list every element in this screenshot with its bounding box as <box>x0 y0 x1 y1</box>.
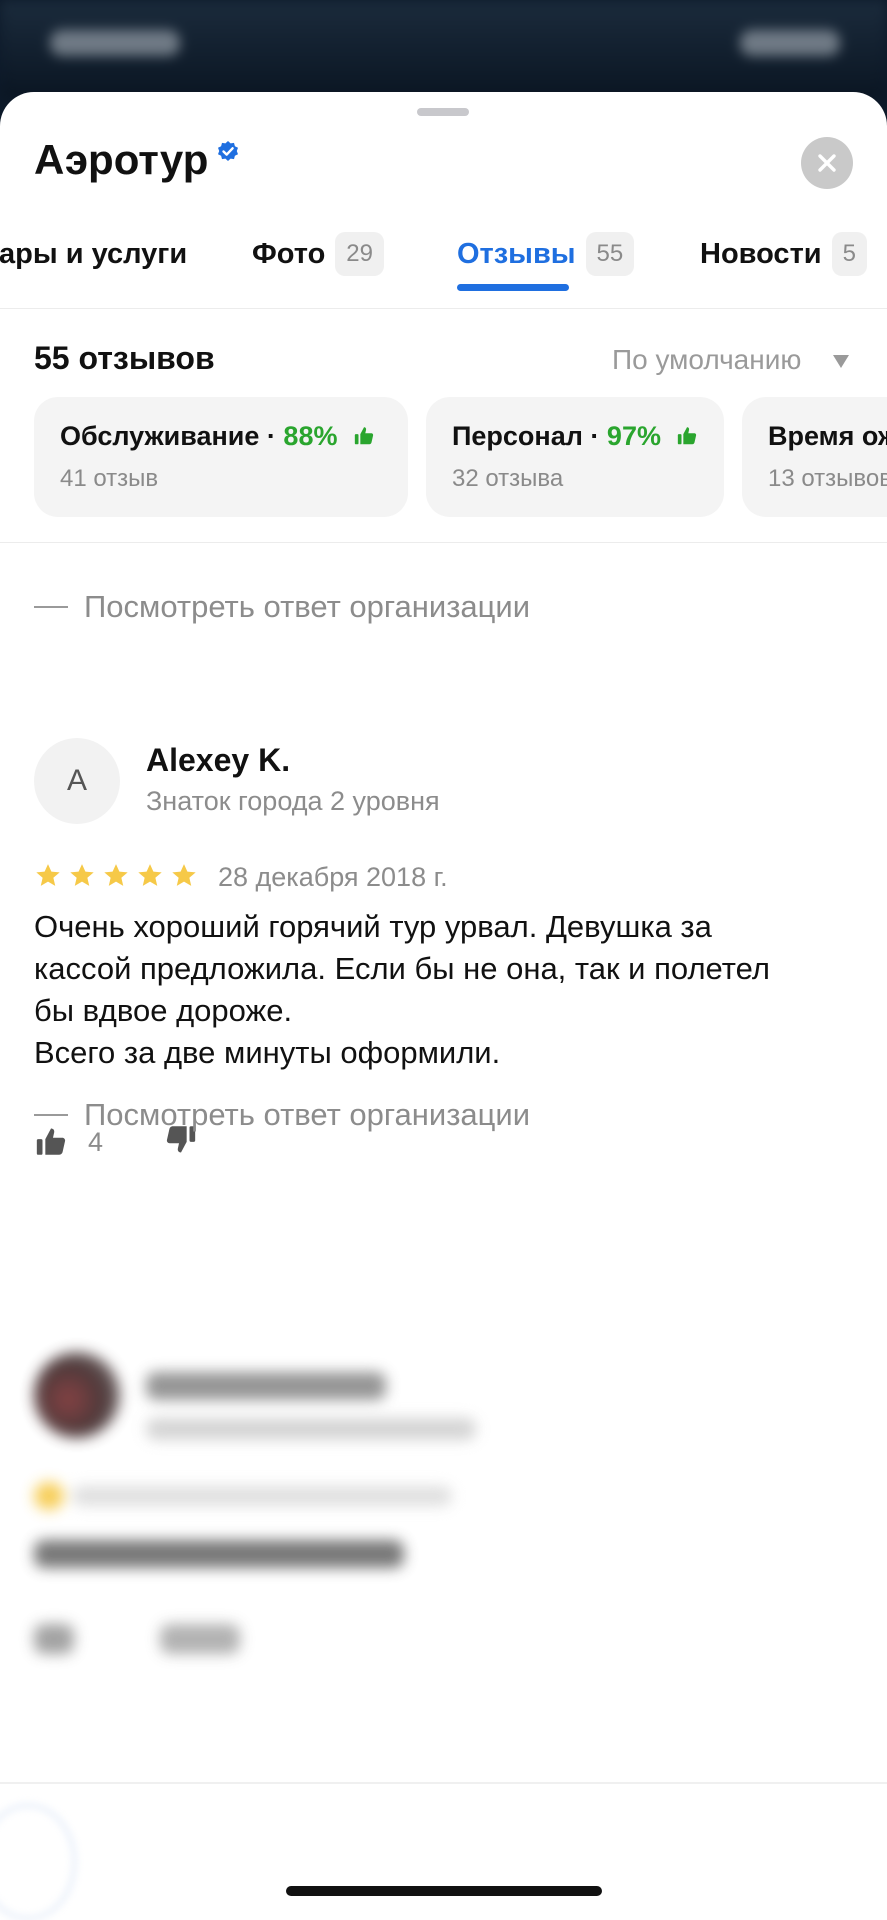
aspect-count: 41 отзыв <box>60 465 159 492</box>
blurred-date <box>72 1486 452 1506</box>
tab-count-badge: 29 <box>335 232 384 276</box>
blurred-star <box>34 1482 64 1510</box>
tab-photos[interactable]: Фото 29 <box>252 222 384 286</box>
review-text-line: бы вдвое дороже. <box>34 993 293 1028</box>
tab-bar: Товары и услуги Фото 29 Отзывы 55 Новост… <box>0 222 887 302</box>
star-icon <box>70 864 94 886</box>
triangle-down-icon[interactable] <box>833 355 849 368</box>
thumb-up-icon <box>354 427 374 445</box>
blurred-text <box>34 1540 404 1568</box>
home-indicator[interactable] <box>286 1886 602 1896</box>
status-bar-background <box>0 0 887 100</box>
avatar <box>34 1352 120 1438</box>
sheet-grabber[interactable] <box>417 108 469 116</box>
aspect-count: 32 отзыва <box>452 465 564 492</box>
section-divider <box>0 542 887 543</box>
aspect-name: Обслуживание <box>60 421 260 451</box>
org-reply-label: Посмотреть ответ организации <box>84 1097 531 1132</box>
bottom-bar <box>0 1784 887 1920</box>
aspect-percent: 97% <box>606 421 661 451</box>
view-org-reply-link[interactable]: Посмотреть ответ организации <box>34 1097 530 1133</box>
aspect-title: Персонал · 97% <box>452 421 698 452</box>
star-icon <box>36 864 60 886</box>
tab-label: Товары и услуги <box>0 237 188 270</box>
place-title: Аэротур <box>34 136 209 183</box>
review-text-line: Очень хороший горячий тур урвал. Девушка… <box>34 909 712 944</box>
tab-goods-services[interactable]: Товары и услуги <box>0 222 187 286</box>
thumb-up-icon <box>678 427 697 445</box>
blurred-author <box>146 1372 386 1400</box>
place-card-sheet: Аэротур Товары и услуги Фото 29 Отзывы 5… <box>0 92 887 1920</box>
tab-label: Новости <box>700 237 822 270</box>
dash <box>34 1114 68 1116</box>
blurred-level <box>146 1418 476 1440</box>
blurred-dislike <box>160 1624 240 1654</box>
active-tab-indicator <box>457 284 569 291</box>
avatar-letter: A <box>66 764 87 797</box>
verified-badge-icon <box>218 141 238 161</box>
faint-button-blur <box>0 1804 76 1920</box>
aspect-chips: Обслуживание · 88% 41 отзыв Персонал · 9… <box>34 397 887 517</box>
dash <box>34 606 68 608</box>
star-icon <box>104 864 128 886</box>
star-icon <box>172 864 196 886</box>
tab-count-badge: 55 <box>585 232 635 276</box>
avatar[interactable]: A <box>34 738 120 824</box>
rating-stars <box>34 862 198 890</box>
tab-count-badge: 5 <box>831 232 867 276</box>
tab-news[interactable]: Новости 5 <box>700 222 867 286</box>
review-date: 28 декабря 2018 г. <box>218 862 448 892</box>
tab-label: Фото <box>252 237 326 270</box>
aspect-chip-service[interactable]: Обслуживание · 88% 41 отзыв <box>34 397 408 517</box>
sort-dropdown[interactable]: По умолчанию <box>612 344 801 376</box>
tab-reviews[interactable]: Отзывы 55 <box>457 222 635 286</box>
close-button[interactable] <box>801 137 853 189</box>
reviews-count: 55 отзывов <box>34 340 215 376</box>
review-text: Очень хороший горячий тур урвал. Девушка… <box>34 906 864 1074</box>
aspect-name: Время ож <box>768 421 887 451</box>
review-text-line: кассой предложила. Если бы не она, так и… <box>34 951 770 986</box>
star-icon <box>138 864 162 886</box>
tabs-divider <box>0 308 887 309</box>
blurred-like <box>34 1624 74 1654</box>
review-author[interactable]: Alexey K. <box>146 742 290 779</box>
org-reply-label: Посмотреть ответ организации <box>84 589 531 624</box>
aspect-chip-staff[interactable]: Персонал · 97% 32 отзыва <box>426 397 724 517</box>
blurred-next-review <box>0 1332 887 1752</box>
aspect-percent: 88% <box>283 421 338 451</box>
aspect-title: Обслуживание · 88% <box>60 421 375 452</box>
aspect-chip-wait-time[interactable]: Время ож 13 отзывов <box>742 397 887 517</box>
aspect-name: Персонал <box>452 421 583 451</box>
status-icons-blur <box>740 30 840 56</box>
author-level: Знаток города 2 уровня <box>146 786 440 816</box>
status-time-blur <box>50 30 180 56</box>
aspect-count: 13 отзывов <box>768 465 887 492</box>
close-icon <box>818 154 836 172</box>
view-org-reply-link[interactable]: Посмотреть ответ организации <box>34 589 530 625</box>
review-text-line: Всего за две минуты оформили. <box>34 1035 501 1070</box>
tab-label: Отзывы <box>457 237 576 270</box>
